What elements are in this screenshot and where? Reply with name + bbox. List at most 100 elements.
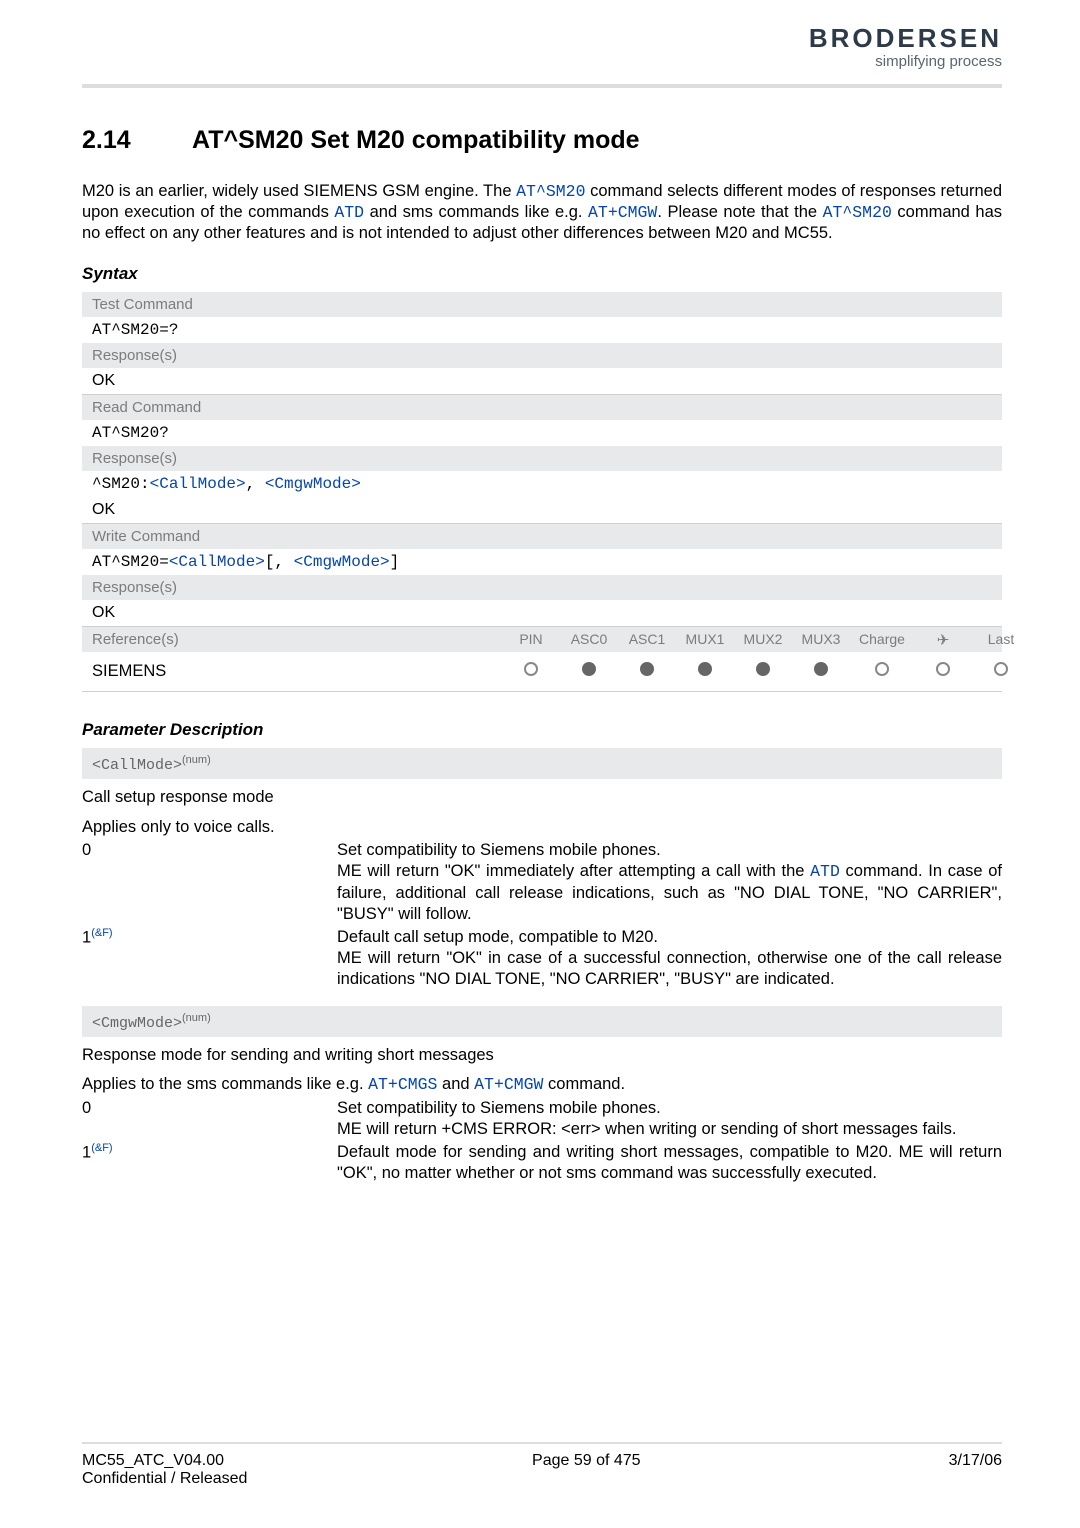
param-value: Default mode for sending and writing sho…: [337, 1142, 1002, 1184]
col-mux3: MUX3: [792, 631, 850, 649]
footer-confidentiality: Confidential / Released: [82, 1470, 1002, 1488]
comma: ,: [246, 475, 265, 493]
brand-logo: BRODERSEN: [809, 25, 1002, 51]
key-sup: (&F): [91, 927, 112, 939]
dot-charge: [850, 662, 914, 681]
reference-header-row: Reference(s) PIN ASC0 ASC1 MUX1 MUX2 MUX…: [82, 627, 1002, 652]
page-header: BRODERSEN simplifying process: [82, 25, 1002, 70]
param-cmgwmode-ref: <CmgwMode>: [294, 553, 390, 571]
param-key: 0: [82, 840, 337, 925]
key-sup: (&F): [91, 1142, 112, 1154]
param-cmgwmode-ref: <CmgwMode>: [265, 475, 361, 493]
col-mux1: MUX1: [676, 631, 734, 649]
response-label: Response(s): [82, 575, 1002, 600]
section-number: 2.14: [82, 126, 192, 155]
text: Applies to the sms commands like e.g.: [82, 1075, 368, 1093]
section-title-text: AT^SM20 Set M20 compatibility mode: [192, 126, 640, 154]
param-value: Default call setup mode, compatible to M…: [337, 927, 1002, 990]
cmd-atsm20: AT^SM20: [823, 203, 892, 222]
intro-paragraph: M20 is an earlier, widely used SIEMENS G…: [82, 181, 1002, 244]
col-asc0: ASC0: [560, 631, 618, 649]
cmd-atcmgs: AT+CMGS: [368, 1075, 437, 1094]
col-airplane-icon: ✈: [914, 631, 972, 649]
page: BRODERSEN simplifying process 2.14AT^SM2…: [0, 0, 1080, 1528]
cmd-atcmgw: AT+CMGW: [474, 1075, 543, 1094]
dot-last: [972, 662, 1030, 681]
col-mux2: MUX2: [734, 631, 792, 649]
footer-date: 3/17/06: [949, 1452, 1002, 1470]
param-value: Set compatibility to Siemens mobile phon…: [337, 840, 1002, 925]
write-br2: ]: [390, 553, 400, 571]
param-key: 1(&F): [82, 927, 337, 990]
param-callmode-ref: <CallMode>: [150, 475, 246, 493]
write-br1: [,: [265, 553, 294, 571]
read-command-label: Read Command: [82, 395, 1002, 420]
page-footer: MC55_ATC_V04.00 Page 59 of 475 3/17/06 C…: [82, 1442, 1002, 1488]
response-label: Response(s): [82, 343, 1002, 368]
text: and: [437, 1075, 474, 1093]
callmode-lead1: Call setup response mode: [82, 779, 1002, 808]
write-cmd-pre: AT^SM20=: [92, 553, 169, 571]
param-tag-sup: (num): [182, 754, 211, 766]
intro-text: M20 is an earlier, widely used SIEMENS G…: [82, 182, 516, 200]
cmgwmode-lead2: Applies to the sms commands like e.g. AT…: [82, 1066, 1002, 1095]
brand-tagline: simplifying process: [875, 53, 1002, 70]
write-command: AT^SM20=<CallMode>[, <CmgwMode>]: [82, 549, 1002, 575]
response-ok: OK: [82, 368, 1002, 394]
dot-asc0: [560, 662, 618, 681]
param-tag-name: <CmgwMode>: [92, 1015, 182, 1032]
response-ok: OK: [82, 600, 1002, 626]
col-charge: Charge: [850, 631, 914, 649]
dot-mux2: [734, 662, 792, 681]
intro-text: . Please note that the: [657, 203, 822, 221]
callmode-value-0: 0 Set compatibility to Siemens mobile ph…: [82, 840, 1002, 925]
callmode-value-1: 1(&F) Default call setup mode, compatibl…: [82, 927, 1002, 990]
cmgwmode-value-0: 0 Set compatibility to Siemens mobile ph…: [82, 1098, 1002, 1140]
key-num: 1: [82, 929, 91, 947]
response-label: Response(s): [82, 446, 1002, 471]
text: ME will return "OK" immediately after at…: [337, 862, 810, 880]
callmode-lead2: Applies only to voice calls.: [82, 809, 1002, 838]
param-callmode-tag: <CallMode>(num): [82, 748, 1002, 779]
read-command: AT^SM20?: [82, 420, 1002, 446]
key-num: 1: [82, 1143, 91, 1161]
text: command.: [543, 1075, 625, 1093]
cmd-atsm20: AT^SM20: [516, 182, 585, 201]
col-last: Last: [972, 631, 1030, 649]
text: Set compatibility to Siemens mobile phon…: [337, 841, 661, 859]
reference-row: SIEMENS: [82, 652, 1002, 691]
write-command-label: Write Command: [82, 524, 1002, 549]
cmgwmode-lead1: Response mode for sending and writing sh…: [82, 1037, 1002, 1066]
param-value: Set compatibility to Siemens mobile phon…: [337, 1098, 1002, 1140]
response-ok: OK: [82, 497, 1002, 523]
dot-pin: [502, 662, 560, 681]
param-tag-name: <CallMode>: [92, 757, 182, 774]
cmd-atd: ATD: [810, 862, 840, 881]
parameter-description-block: Parameter Description <CallMode>(num) Ca…: [82, 720, 1002, 1183]
col-pin: PIN: [502, 631, 560, 649]
reference-value: SIEMENS: [82, 658, 502, 685]
cmd-atd: ATD: [334, 203, 364, 222]
support-dots: [502, 662, 1030, 681]
dot-airplane: [914, 662, 972, 681]
cmd-atcmgw: AT+CMGW: [588, 203, 657, 222]
dot-mux3: [792, 662, 850, 681]
section-title: 2.14AT^SM20 Set M20 compatibility mode: [82, 126, 1002, 155]
syntax-heading: Syntax: [82, 264, 1002, 284]
cmgwmode-value-1: 1(&F) Default mode for sending and writi…: [82, 1142, 1002, 1184]
param-key: 0: [82, 1098, 337, 1140]
footer-doc-id: MC55_ATC_V04.00: [82, 1452, 224, 1470]
col-asc1: ASC1: [618, 631, 676, 649]
intro-text: and sms commands like e.g.: [364, 203, 588, 221]
param-tag-sup: (num): [182, 1012, 211, 1024]
header-rule: [82, 84, 1002, 88]
param-cmgwmode-tag: <CmgwMode>(num): [82, 1006, 1002, 1037]
dot-mux1: [676, 662, 734, 681]
read-response: ^SM20:<CallMode>, <CmgwMode>: [82, 471, 1002, 497]
test-command-label: Test Command: [82, 292, 1002, 317]
resp-prefix: ^SM20:: [92, 475, 150, 493]
dot-asc1: [618, 662, 676, 681]
reference-label: Reference(s): [82, 627, 502, 652]
test-command: AT^SM20=?: [82, 317, 1002, 343]
support-columns: PIN ASC0 ASC1 MUX1 MUX2 MUX3 Charge ✈ La…: [502, 631, 1030, 649]
